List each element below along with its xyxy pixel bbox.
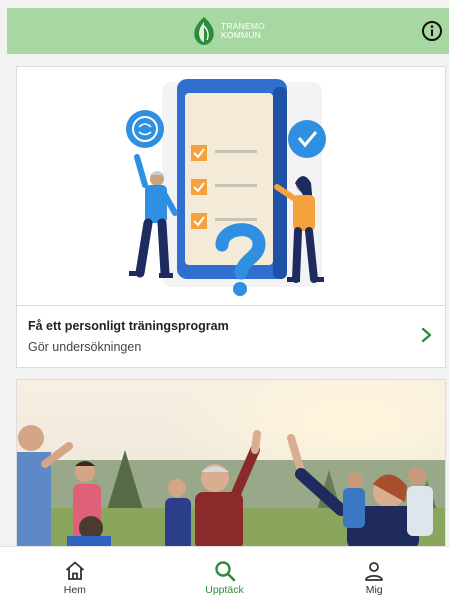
nav-label-home: Hem [63, 584, 86, 596]
chevron-right-icon[interactable] [419, 327, 433, 343]
search-icon [214, 561, 235, 582]
tranemo-logo: TRANEMO KOMMUN [191, 16, 265, 46]
survey-illustration [126, 79, 326, 296]
training-program-card[interactable]: Få ett personligt träningsprogram Gör un… [16, 66, 446, 368]
nav-item-me[interactable]: Mig [299, 547, 449, 599]
group-exercise-photo [17, 380, 445, 548]
nav-item-home[interactable]: Hem [0, 547, 150, 599]
home-icon [65, 561, 84, 580]
leaf-logo-icon [194, 17, 214, 45]
bottom-navigation: Hem Upptäck Mig [0, 546, 449, 599]
card-divider [17, 305, 445, 306]
card-title: Få ett personligt träningsprogram [28, 319, 229, 333]
app-header: TRANEMO KOMMUN [7, 8, 449, 54]
card-subtitle: Gör undersökningen [28, 340, 142, 354]
info-icon [422, 21, 442, 41]
nav-item-discover[interactable]: Upptäck [150, 547, 300, 599]
info-button[interactable] [421, 20, 443, 42]
nav-label-me: Mig [365, 584, 383, 596]
nav-label-discover: Upptäck [205, 584, 244, 596]
logo-text-line2: KOMMUN [221, 30, 261, 40]
person-icon [365, 562, 384, 581]
activity-photo-card[interactable] [16, 379, 446, 549]
